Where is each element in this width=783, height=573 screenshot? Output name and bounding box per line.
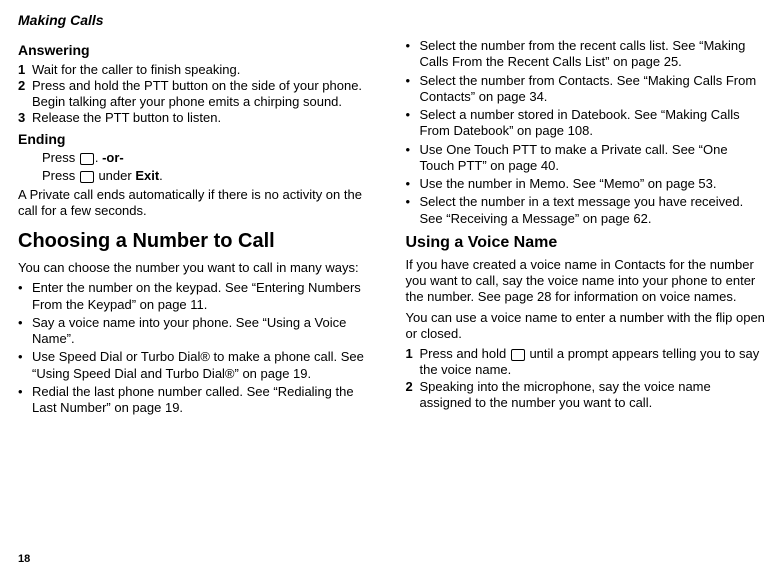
choosing-heading: Choosing a Number to Call xyxy=(18,229,378,254)
list-item: 3Release the PTT button to listen. xyxy=(18,110,378,126)
list-item: 2 Speaking into the microphone, say the … xyxy=(406,379,766,412)
ending-line-1: Press . -or- xyxy=(42,150,378,166)
step-text: Speaking into the microphone, say the vo… xyxy=(420,379,766,412)
list-item: •Select a number stored in Datebook. See… xyxy=(406,107,766,140)
step-number: 1 xyxy=(18,62,32,78)
bullet-text: Select a number stored in Datebook. See … xyxy=(420,107,766,140)
exit-label: Exit xyxy=(135,168,159,183)
left-column: Answering 1Wait for the caller to finish… xyxy=(18,38,378,418)
bullet-icon: • xyxy=(406,73,420,106)
bullet-icon: • xyxy=(18,280,32,313)
bullet-icon: • xyxy=(18,384,32,417)
ending-heading: Ending xyxy=(18,131,378,149)
choosing-intro: You can choose the number you want to ca… xyxy=(18,260,378,276)
bullet-text: Say a voice name into your phone. See “U… xyxy=(32,315,378,348)
bullet-icon: • xyxy=(18,349,32,382)
bullet-text: Select the number from the recent calls … xyxy=(420,38,766,71)
ending-line-2: Press under Exit. xyxy=(42,168,378,184)
page-number: 18 xyxy=(18,553,30,565)
list-item: 1Wait for the caller to finish speaking. xyxy=(18,62,378,78)
step-number: 2 xyxy=(18,78,32,111)
list-item: 1 Press and hold until a prompt appears … xyxy=(406,346,766,379)
voice-name-heading: Using a Voice Name xyxy=(406,233,766,253)
bullet-text: Select the number from Contacts. See “Ma… xyxy=(420,73,766,106)
voice-paragraph-2: You can use a voice name to enter a numb… xyxy=(406,310,766,343)
ending-note: A Private call ends automatically if the… xyxy=(18,187,378,220)
list-item: •Redial the last phone number called. Se… xyxy=(18,384,378,417)
list-item: •Enter the number on the keypad. See “En… xyxy=(18,280,378,313)
or-text: -or- xyxy=(102,150,124,165)
softkey-icon xyxy=(80,171,94,183)
text: Press and hold xyxy=(420,346,510,361)
list-item: •Select the number in a text message you… xyxy=(406,194,766,227)
list-item: •Select the number from the recent calls… xyxy=(406,38,766,71)
bullet-icon: • xyxy=(406,142,420,175)
bullet-icon: • xyxy=(406,194,420,227)
step-text: Press and hold the PTT button on the sid… xyxy=(32,78,378,111)
step-number: 2 xyxy=(406,379,420,412)
choosing-bullets: •Enter the number on the keypad. See “En… xyxy=(18,280,378,416)
step-number: 3 xyxy=(18,110,32,126)
bullet-icon: • xyxy=(406,38,420,71)
voice-paragraph-1: If you have created a voice name in Cont… xyxy=(406,257,766,306)
step-text: Release the PTT button to listen. xyxy=(32,110,221,126)
list-item: •Select the number from Contacts. See “M… xyxy=(406,73,766,106)
bullet-text: Use Speed Dial or Turbo Dial® to make a … xyxy=(32,349,378,382)
text: under xyxy=(95,168,135,183)
answering-heading: Answering xyxy=(18,42,378,60)
bullet-icon: • xyxy=(406,176,420,192)
step-text: Wait for the caller to finish speaking. xyxy=(32,62,240,78)
list-item: 2Press and hold the PTT button on the si… xyxy=(18,78,378,111)
text: Press xyxy=(42,168,79,183)
page-header: Making Calls xyxy=(18,12,765,28)
step-number: 1 xyxy=(406,346,420,379)
text: . xyxy=(95,150,102,165)
bullet-text: Use the number in Memo. See “Memo” on pa… xyxy=(420,176,717,192)
speaker-key-icon xyxy=(511,349,525,361)
right-bullets: •Select the number from the recent calls… xyxy=(406,38,766,227)
text: Press xyxy=(42,150,79,165)
list-item: •Use Speed Dial or Turbo Dial® to make a… xyxy=(18,349,378,382)
text: . xyxy=(159,168,163,183)
bullet-text: Use One Touch PTT to make a Private call… xyxy=(420,142,766,175)
answering-steps: 1Wait for the caller to finish speaking.… xyxy=(18,62,378,127)
bullet-text: Enter the number on the keypad. See “Ent… xyxy=(32,280,378,313)
step-text: Press and hold until a prompt appears te… xyxy=(420,346,766,379)
list-item: •Say a voice name into your phone. See “… xyxy=(18,315,378,348)
bullet-text: Select the number in a text message you … xyxy=(420,194,766,227)
end-key-icon xyxy=(80,153,94,165)
bullet-icon: • xyxy=(406,107,420,140)
voice-steps: 1 Press and hold until a prompt appears … xyxy=(406,346,766,411)
bullet-text: Redial the last phone number called. See… xyxy=(32,384,378,417)
list-item: •Use One Touch PTT to make a Private cal… xyxy=(406,142,766,175)
bullet-icon: • xyxy=(18,315,32,348)
right-column: •Select the number from the recent calls… xyxy=(406,38,766,418)
list-item: •Use the number in Memo. See “Memo” on p… xyxy=(406,176,766,192)
